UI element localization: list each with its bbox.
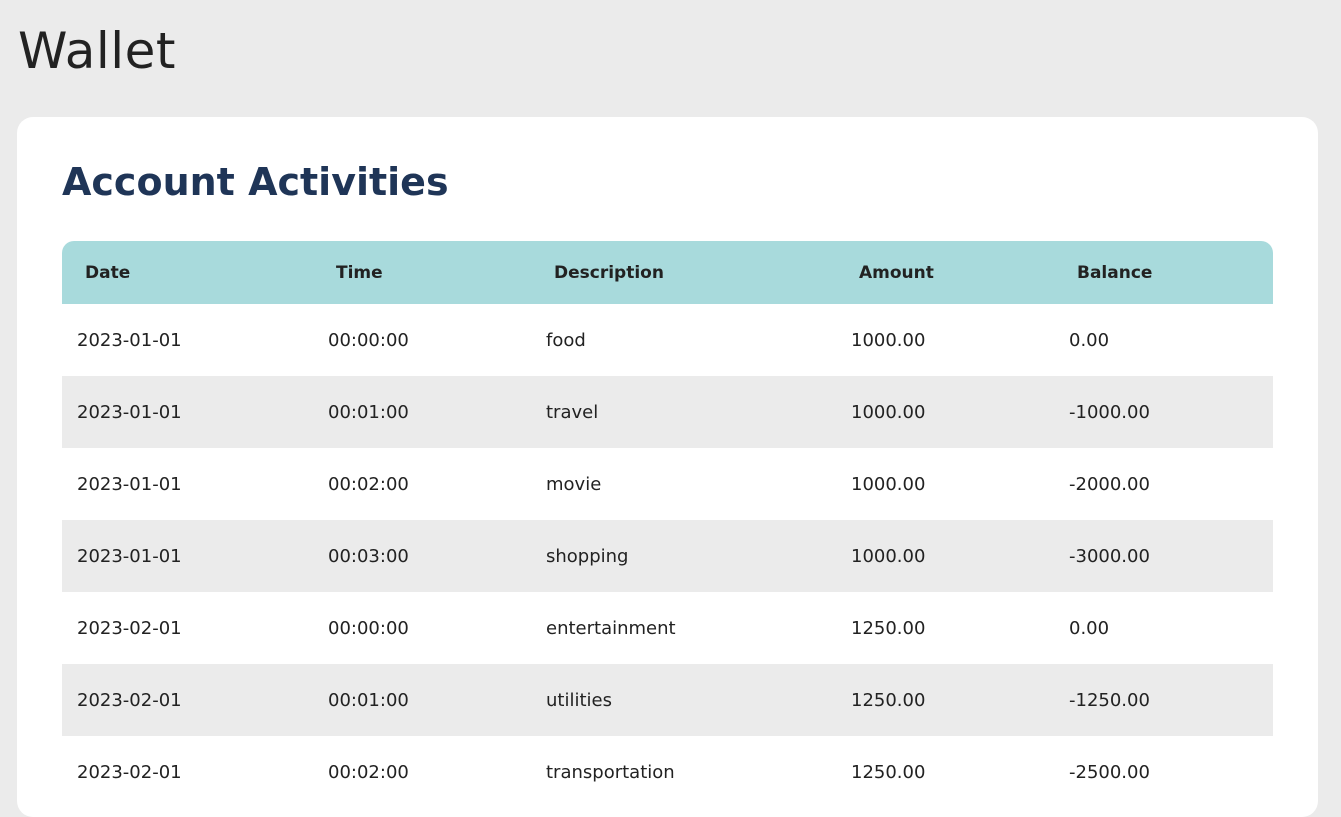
column-header-label: Balance: [1077, 262, 1153, 283]
cell-amount: 1250.00: [836, 664, 1054, 736]
cell-balance: 0.00: [1069, 329, 1110, 351]
cell-time: 00:01:00: [313, 376, 531, 448]
cell-balance: -3000.00: [1054, 520, 1273, 592]
cell-balance: -2000.00: [1069, 473, 1150, 495]
cell-balance: -1250.00: [1054, 664, 1273, 736]
activities-table: Date Time Description Amount Balance 202…: [62, 241, 1273, 808]
cell-balance: 0.00: [1069, 617, 1110, 639]
cell-description: utilities: [531, 664, 836, 736]
cell-time: 00:00:00: [328, 329, 409, 351]
cell-amount: 1250.00: [851, 617, 926, 639]
table-row[interactable]: 2023-01-01 00:00:00 food 1000.00 0.00: [62, 304, 1273, 376]
cell-amount: 1000.00: [836, 376, 1054, 448]
table-body: 2023-01-01 00:00:00 food 1000.00 0.00 20…: [62, 304, 1273, 808]
cell-description: shopping: [531, 520, 836, 592]
card-title: Account Activities: [62, 160, 449, 204]
cell-date: 2023-02-01: [77, 617, 182, 639]
table-header: Date Time Description Amount Balance: [62, 241, 1273, 304]
cell-description: food: [546, 329, 586, 351]
column-header-description[interactable]: Description: [531, 241, 836, 304]
cell-amount: 1250.00: [851, 761, 926, 783]
cell-time: 00:02:00: [328, 761, 409, 783]
column-header-label: Description: [554, 262, 664, 283]
account-activities-card: Account Activities Date Time Description…: [17, 117, 1318, 817]
table-row[interactable]: 2023-01-01 00:01:00 travel 1000.00 -1000…: [62, 376, 1273, 448]
cell-date: 2023-01-01: [62, 376, 313, 448]
cell-amount: 1000.00: [836, 520, 1054, 592]
column-header-label: Time: [336, 262, 383, 283]
column-header-date[interactable]: Date: [62, 241, 313, 304]
activities-table-container: Date Time Description Amount Balance 202…: [62, 241, 1273, 808]
cell-time: 00:00:00: [328, 617, 409, 639]
cell-time: 00:03:00: [313, 520, 531, 592]
cell-date: 2023-01-01: [77, 473, 182, 495]
table-row[interactable]: 2023-01-01 00:02:00 movie 1000.00 -2000.…: [62, 448, 1273, 520]
cell-description: travel: [531, 376, 836, 448]
cell-time: 00:02:00: [328, 473, 409, 495]
table-row[interactable]: 2023-01-01 00:03:00 shopping 1000.00 -30…: [62, 520, 1273, 592]
cell-date: 2023-02-01: [62, 664, 313, 736]
cell-description: entertainment: [546, 617, 676, 639]
column-header-amount[interactable]: Amount: [836, 241, 1054, 304]
page-title: Wallet: [18, 22, 177, 80]
cell-balance: -2500.00: [1069, 761, 1150, 783]
column-header-label: Date: [85, 262, 131, 283]
column-header-balance[interactable]: Balance: [1054, 241, 1273, 304]
cell-time: 00:01:00: [313, 664, 531, 736]
header-row: Date Time Description Amount Balance: [62, 241, 1273, 304]
cell-description: movie: [546, 473, 602, 495]
cell-date: 2023-01-01: [77, 329, 182, 351]
cell-description: transportation: [546, 761, 675, 783]
table-row[interactable]: 2023-02-01 00:02:00 transportation 1250.…: [62, 736, 1273, 808]
column-header-label: Amount: [859, 262, 934, 283]
cell-date: 2023-01-01: [62, 520, 313, 592]
table-row[interactable]: 2023-02-01 00:00:00 entertainment 1250.0…: [62, 592, 1273, 664]
cell-amount: 1000.00: [851, 329, 926, 351]
cell-amount: 1000.00: [851, 473, 926, 495]
column-header-time[interactable]: Time: [313, 241, 531, 304]
cell-date: 2023-02-01: [77, 761, 182, 783]
table-row[interactable]: 2023-02-01 00:01:00 utilities 1250.00 -1…: [62, 664, 1273, 736]
cell-balance: -1000.00: [1054, 376, 1273, 448]
